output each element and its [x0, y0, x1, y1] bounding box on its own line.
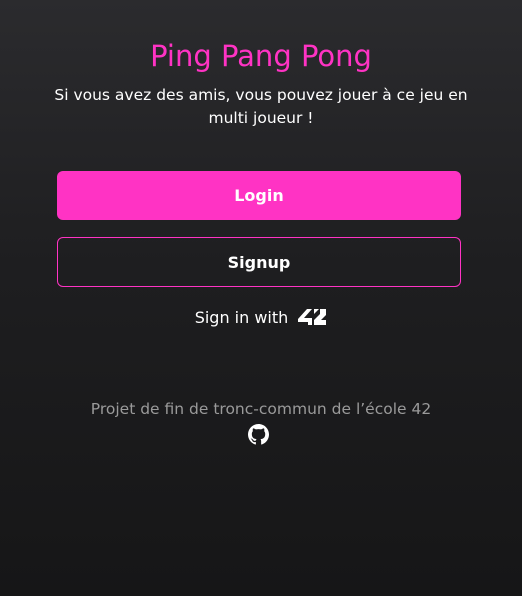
footer-credit: Projet de fin de tronc-commun de l’école…: [90, 400, 432, 418]
login-button[interactable]: Login: [57, 171, 461, 220]
login-button-label: Login: [234, 186, 284, 205]
page-subtitle: Si vous avez des amis, vous pouvez jouer…: [54, 86, 468, 127]
sign-in-with-42-label: Sign in with: [194, 307, 289, 327]
signup-button[interactable]: Signup: [57, 237, 461, 287]
sign-in-with-42-link[interactable]: Sign in with: [0, 304, 522, 330]
github-icon[interactable]: [248, 424, 269, 445]
page-title: Ping Pang Pong: [150, 39, 372, 73]
42-logo-icon: [298, 309, 327, 325]
signup-button-label: Signup: [227, 252, 291, 272]
